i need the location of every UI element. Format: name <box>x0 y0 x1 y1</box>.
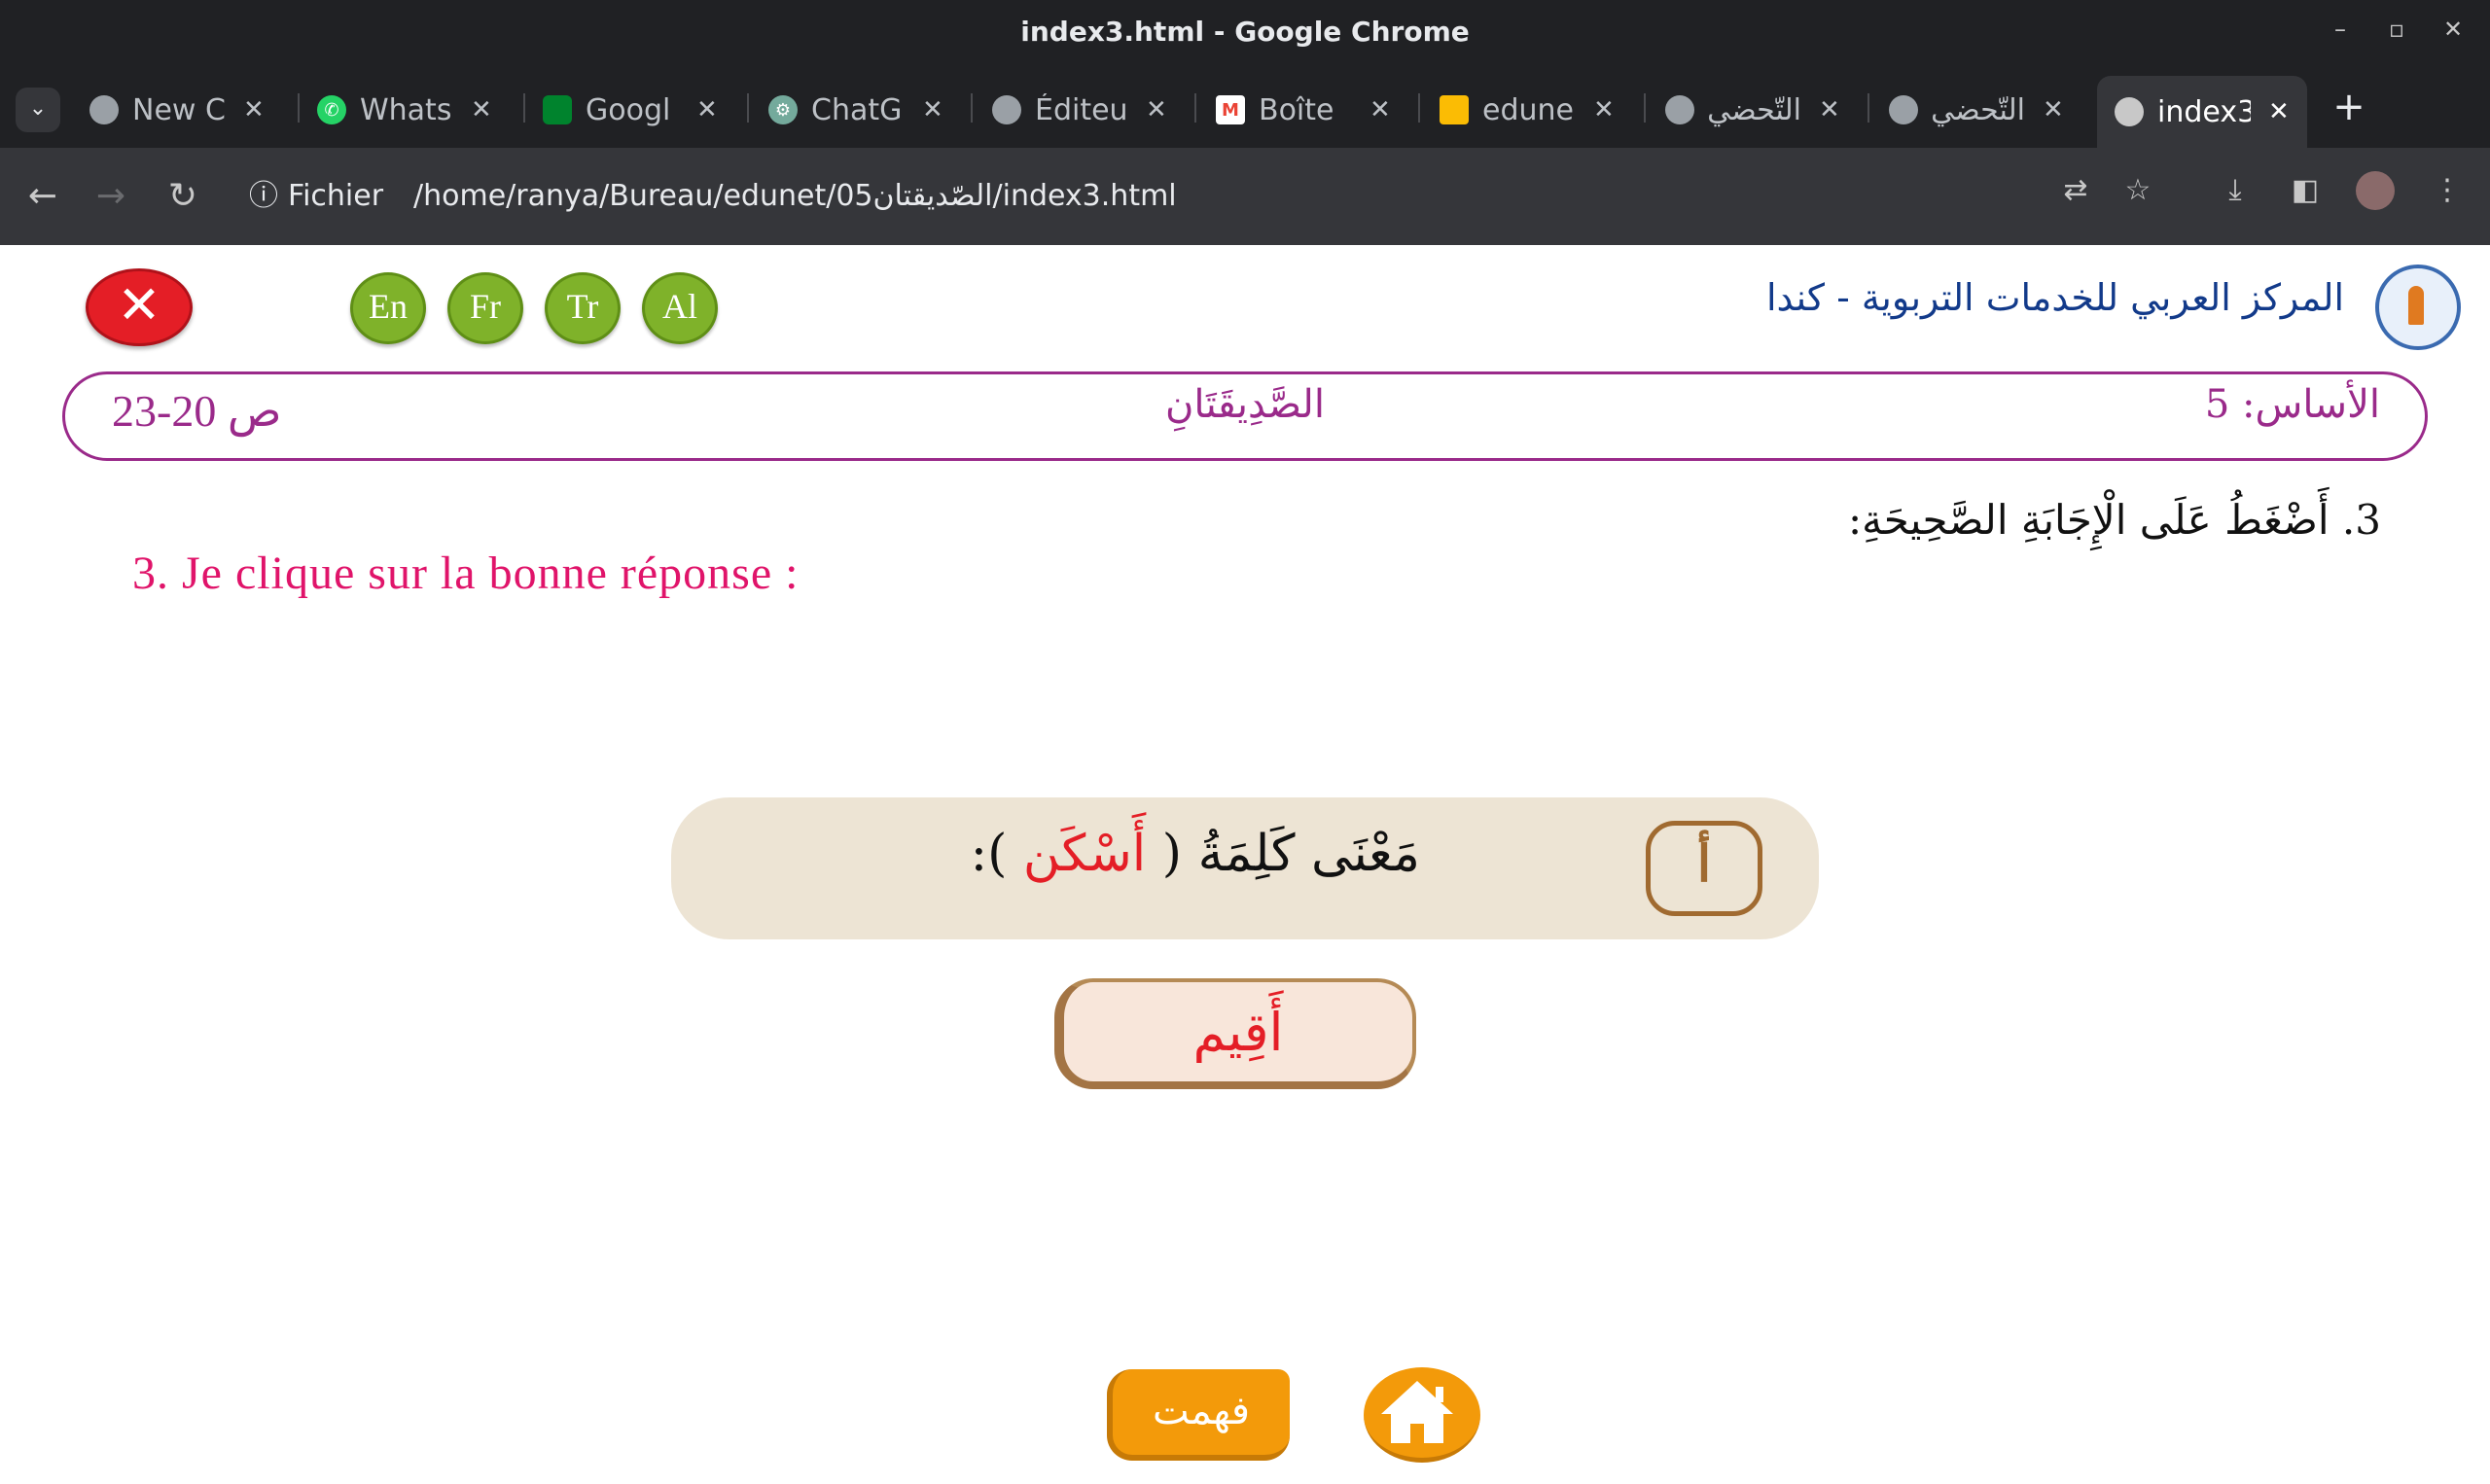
tab-separator <box>971 93 973 123</box>
lang-al-button[interactable]: Al <box>642 272 718 344</box>
close-icon[interactable]: ✕ <box>1819 95 1840 124</box>
close-lesson-button[interactable]: ✕ <box>86 268 193 346</box>
globe-icon <box>1665 95 1694 124</box>
bookmark-star-icon[interactable]: ☆ <box>2116 169 2159 212</box>
chatgpt-icon: ⚙ <box>768 95 798 124</box>
home-icon <box>1381 1381 1453 1443</box>
globe-icon <box>2115 97 2144 126</box>
url-text[interactable]: /home/ranya/Bureau/edunet/05الصّديقتان/i… <box>413 167 1177 226</box>
globe-icon <box>1889 95 1918 124</box>
tab-separator <box>1644 93 1646 123</box>
tab-label: index3 <box>2157 94 2251 129</box>
lesson-title: الصَّدِيقَتَانِ <box>1165 382 1325 427</box>
avatar[interactable] <box>2356 171 2395 210</box>
new-tab-button[interactable]: + <box>2329 86 2369 130</box>
reload-button[interactable]: ↻ <box>160 173 206 220</box>
tab-google-meet[interactable]: Googl ✕ <box>543 76 718 144</box>
close-icon[interactable]: ✕ <box>2043 95 2064 124</box>
translate-icon[interactable]: ⇄ <box>2054 169 2097 212</box>
close-icon[interactable]: ✕ <box>471 95 492 124</box>
globe-icon <box>89 95 119 124</box>
organization-name: المركز العربي للخدمات التربوية - كندا <box>1765 276 2344 319</box>
home-button[interactable] <box>1364 1367 1480 1463</box>
instruction-french: 3. Je clique sur la bonne réponse : <box>132 548 800 599</box>
menu-icon[interactable]: ⋮ <box>2426 169 2469 212</box>
tab-separator <box>1418 93 1420 123</box>
question-card: أ مَعْنَى كَلِمَةُ ( أَسْكَن ): <box>671 797 1819 939</box>
globe-icon <box>992 95 1021 124</box>
question-letter-badge: أ <box>1646 821 1762 916</box>
question-keyword: أَسْكَن <box>1022 825 1147 883</box>
tab-separator <box>747 93 749 123</box>
tab-label: التّحضي <box>1708 92 1801 127</box>
tab-google-drive[interactable]: edune ✕ <box>1440 76 1615 144</box>
tab-search-button[interactable]: ⌄ <box>16 88 60 132</box>
side-panel-icon[interactable]: ◧ <box>2284 169 2327 212</box>
lang-fr-button[interactable]: Fr <box>447 272 523 344</box>
tab-separator <box>1868 93 1869 123</box>
info-icon[interactable]: ⓘ <box>249 167 278 226</box>
tab-label: Éditeu <box>1035 92 1128 127</box>
tab-label: ChatG <box>811 92 903 127</box>
back-button[interactable]: ← <box>19 173 66 220</box>
lang-tr-button[interactable]: Tr <box>545 272 621 344</box>
close-window-button[interactable]: ✕ <box>2434 16 2472 43</box>
tab-gmail[interactable]: M Boîte ✕ <box>1216 76 1391 144</box>
tab-chatgpt[interactable]: ⚙ ChatG ✕ <box>768 76 943 144</box>
tab-tahdir-1[interactable]: التّحضي ✕ <box>1665 76 1840 144</box>
download-icon[interactable]: ⤓ <box>2214 169 2257 212</box>
close-icon[interactable]: ✕ <box>696 95 718 124</box>
tab-tahdir-2[interactable]: التّحضي ✕ <box>1889 76 2064 144</box>
grade-level: الأساس: 5 <box>2204 382 2380 427</box>
close-icon[interactable]: ✕ <box>1593 95 1615 124</box>
question-suffix: ): <box>970 825 1008 883</box>
tab-separator <box>1194 93 1196 123</box>
tab-new[interactable]: New C ✕ <box>89 76 265 144</box>
tab-label: Googl <box>586 92 671 127</box>
tab-separator <box>298 93 300 123</box>
tab-label: التّحضي <box>1932 92 2025 127</box>
forward-button[interactable]: → <box>88 173 134 220</box>
close-icon[interactable]: ✕ <box>243 95 265 124</box>
tab-label: Whats <box>360 92 452 127</box>
window-title: index3.html - Google Chrome <box>1020 16 1470 48</box>
tab-separator <box>523 93 525 123</box>
minimize-button[interactable]: – <box>2321 16 2360 43</box>
address-bar[interactable]: ⓘ Fichier /home/ranya/Bureau/edunet/05ال… <box>243 167 2091 226</box>
question-text: مَعْنَى كَلِمَةُ ( أَسْكَن ): <box>971 825 1420 883</box>
answer-option-button[interactable]: أَقِيم <box>1054 978 1416 1089</box>
tab-label: New C <box>132 92 226 127</box>
question-prefix: مَعْنَى كَلِمَةُ ( <box>1161 825 1420 883</box>
google-drive-icon <box>1440 95 1469 124</box>
page-content: ✕ En Fr Tr Al المركز العربي للخدمات التر… <box>0 245 2490 1484</box>
close-icon[interactable]: ✕ <box>922 95 943 124</box>
organization-logo <box>2375 265 2461 350</box>
tab-index3[interactable]: index3 ✕ <box>2097 76 2307 148</box>
close-icon[interactable]: ✕ <box>1370 95 1391 124</box>
restore-button[interactable]: ▫ <box>2377 16 2416 43</box>
lesson-header: ص 20-23 الصَّدِيقَتَانِ الأساس: 5 <box>62 371 2428 461</box>
tab-editeur[interactable]: Éditeu ✕ <box>992 76 1167 144</box>
scheme-label: Fichier <box>288 179 384 213</box>
gmail-icon: M <box>1216 95 1245 124</box>
understood-button[interactable]: فهمت <box>1107 1369 1290 1461</box>
tab-label: edune <box>1482 92 1574 127</box>
google-meet-icon <box>543 95 572 124</box>
whatsapp-icon: ✆ <box>317 95 346 124</box>
window-titlebar: index3.html - Google Chrome – ▫ ✕ <box>0 0 2490 68</box>
close-icon[interactable]: ✕ <box>2268 97 2290 126</box>
lang-en-button[interactable]: En <box>350 272 426 344</box>
tab-label: Boîte <box>1259 92 1334 127</box>
tab-whatsapp[interactable]: ✆ Whats ✕ <box>317 76 492 144</box>
close-icon[interactable]: ✕ <box>1146 95 1167 124</box>
instruction-arabic: 3. أَضْغَطُ عَلَى الْإِجَابَةِ الصَّحِيح… <box>1848 496 2381 544</box>
